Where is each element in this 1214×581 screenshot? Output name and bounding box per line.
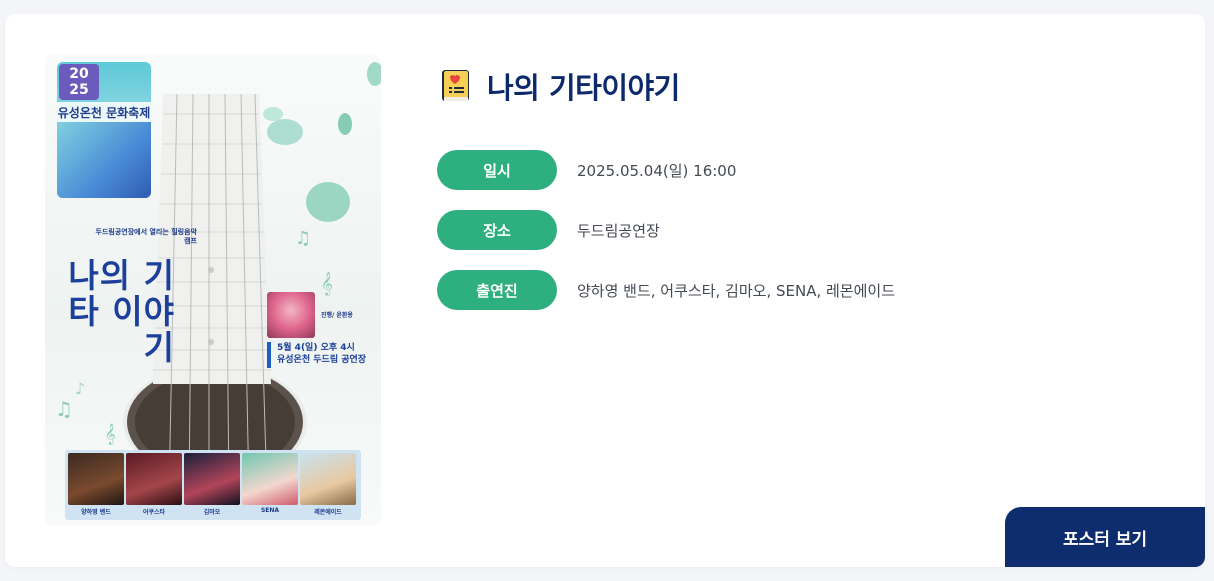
festival-year: 20 25 [59,64,99,100]
performer-photo [126,453,182,505]
svg-text:♪: ♪ [75,379,85,398]
performer-photo [300,453,356,505]
poster-title: 나의 기타 이야기 [68,256,175,367]
info-row-datetime: 일시 2025.05.04(일) 16:00 [437,150,736,190]
svg-text:♫: ♫ [55,397,73,421]
event-poster-image: ♫ 𝄞 ♫ ♪ 𝄞 20 25 유성온천 문화축제 두드림공연장에서 열리는 힐… [45,54,381,526]
poster-date: 5월 4(일) 오후 4시 유성온천 두드림 공연장 [277,342,381,366]
performer-name: 레몬에이드 [314,509,342,516]
info-row-performers: 출연진 양하영 밴드, 어쿠스타, 김마오, SENA, 레몬에이드 [437,270,895,310]
performer-name: 어쿠스타 [142,509,166,516]
performer-photo [68,453,124,505]
poster-host: 진행/ 윤환용 [321,312,353,319]
performer-name: SENA [260,507,280,514]
festival-name: 유성온천 문화축제 [57,102,151,123]
performers-value: 양하영 밴드, 어쿠스타, 김마오, SENA, 레몬에이드 [577,281,895,300]
performer-name: 김마오 [203,509,221,516]
venue-value: 두드림공연장 [577,221,660,240]
event-title-row: 나의 기타이야기 [441,66,680,106]
event-title: 나의 기타이야기 [487,71,680,105]
festival-badge: 20 25 유성온천 문화축제 [57,62,151,198]
performers-label: 출연진 [437,270,557,310]
book-icon [442,70,469,101]
poster-date-accent [267,342,271,368]
festival-illustration [57,122,151,198]
venue-label: 장소 [437,210,557,250]
poster-date-line2: 유성온천 두드림 공연장 [277,355,367,365]
datetime-value: 2025.05.04(일) 16:00 [577,161,737,180]
event-card: ♫ 𝄞 ♫ ♪ 𝄞 20 25 유성온천 문화축제 두드림공연장에서 열리는 힐… [5,14,1205,567]
host-photo [267,292,315,338]
performer-name: 양하영 밴드 [81,509,111,516]
svg-text:♫: ♫ [295,228,311,249]
poster-performer-strip: 양하영 밴드 어쿠스타 김마오 SENA 레몬에이드 [65,450,361,520]
svg-text:𝄞: 𝄞 [105,424,116,445]
poster-intro-text: 두드림공연장에서 열리는 힐링음악캠프 [95,228,197,245]
view-poster-button[interactable]: 포스터 보기 [1005,507,1205,567]
performer-photo [242,453,298,505]
info-row-venue: 장소 두드림공연장 [437,210,660,250]
svg-text:𝄞: 𝄞 [321,271,333,296]
performer-photo [184,453,240,505]
poster-date-line1: 5월 4(일) 오후 4시 [277,343,355,353]
datetime-label: 일시 [437,150,557,190]
